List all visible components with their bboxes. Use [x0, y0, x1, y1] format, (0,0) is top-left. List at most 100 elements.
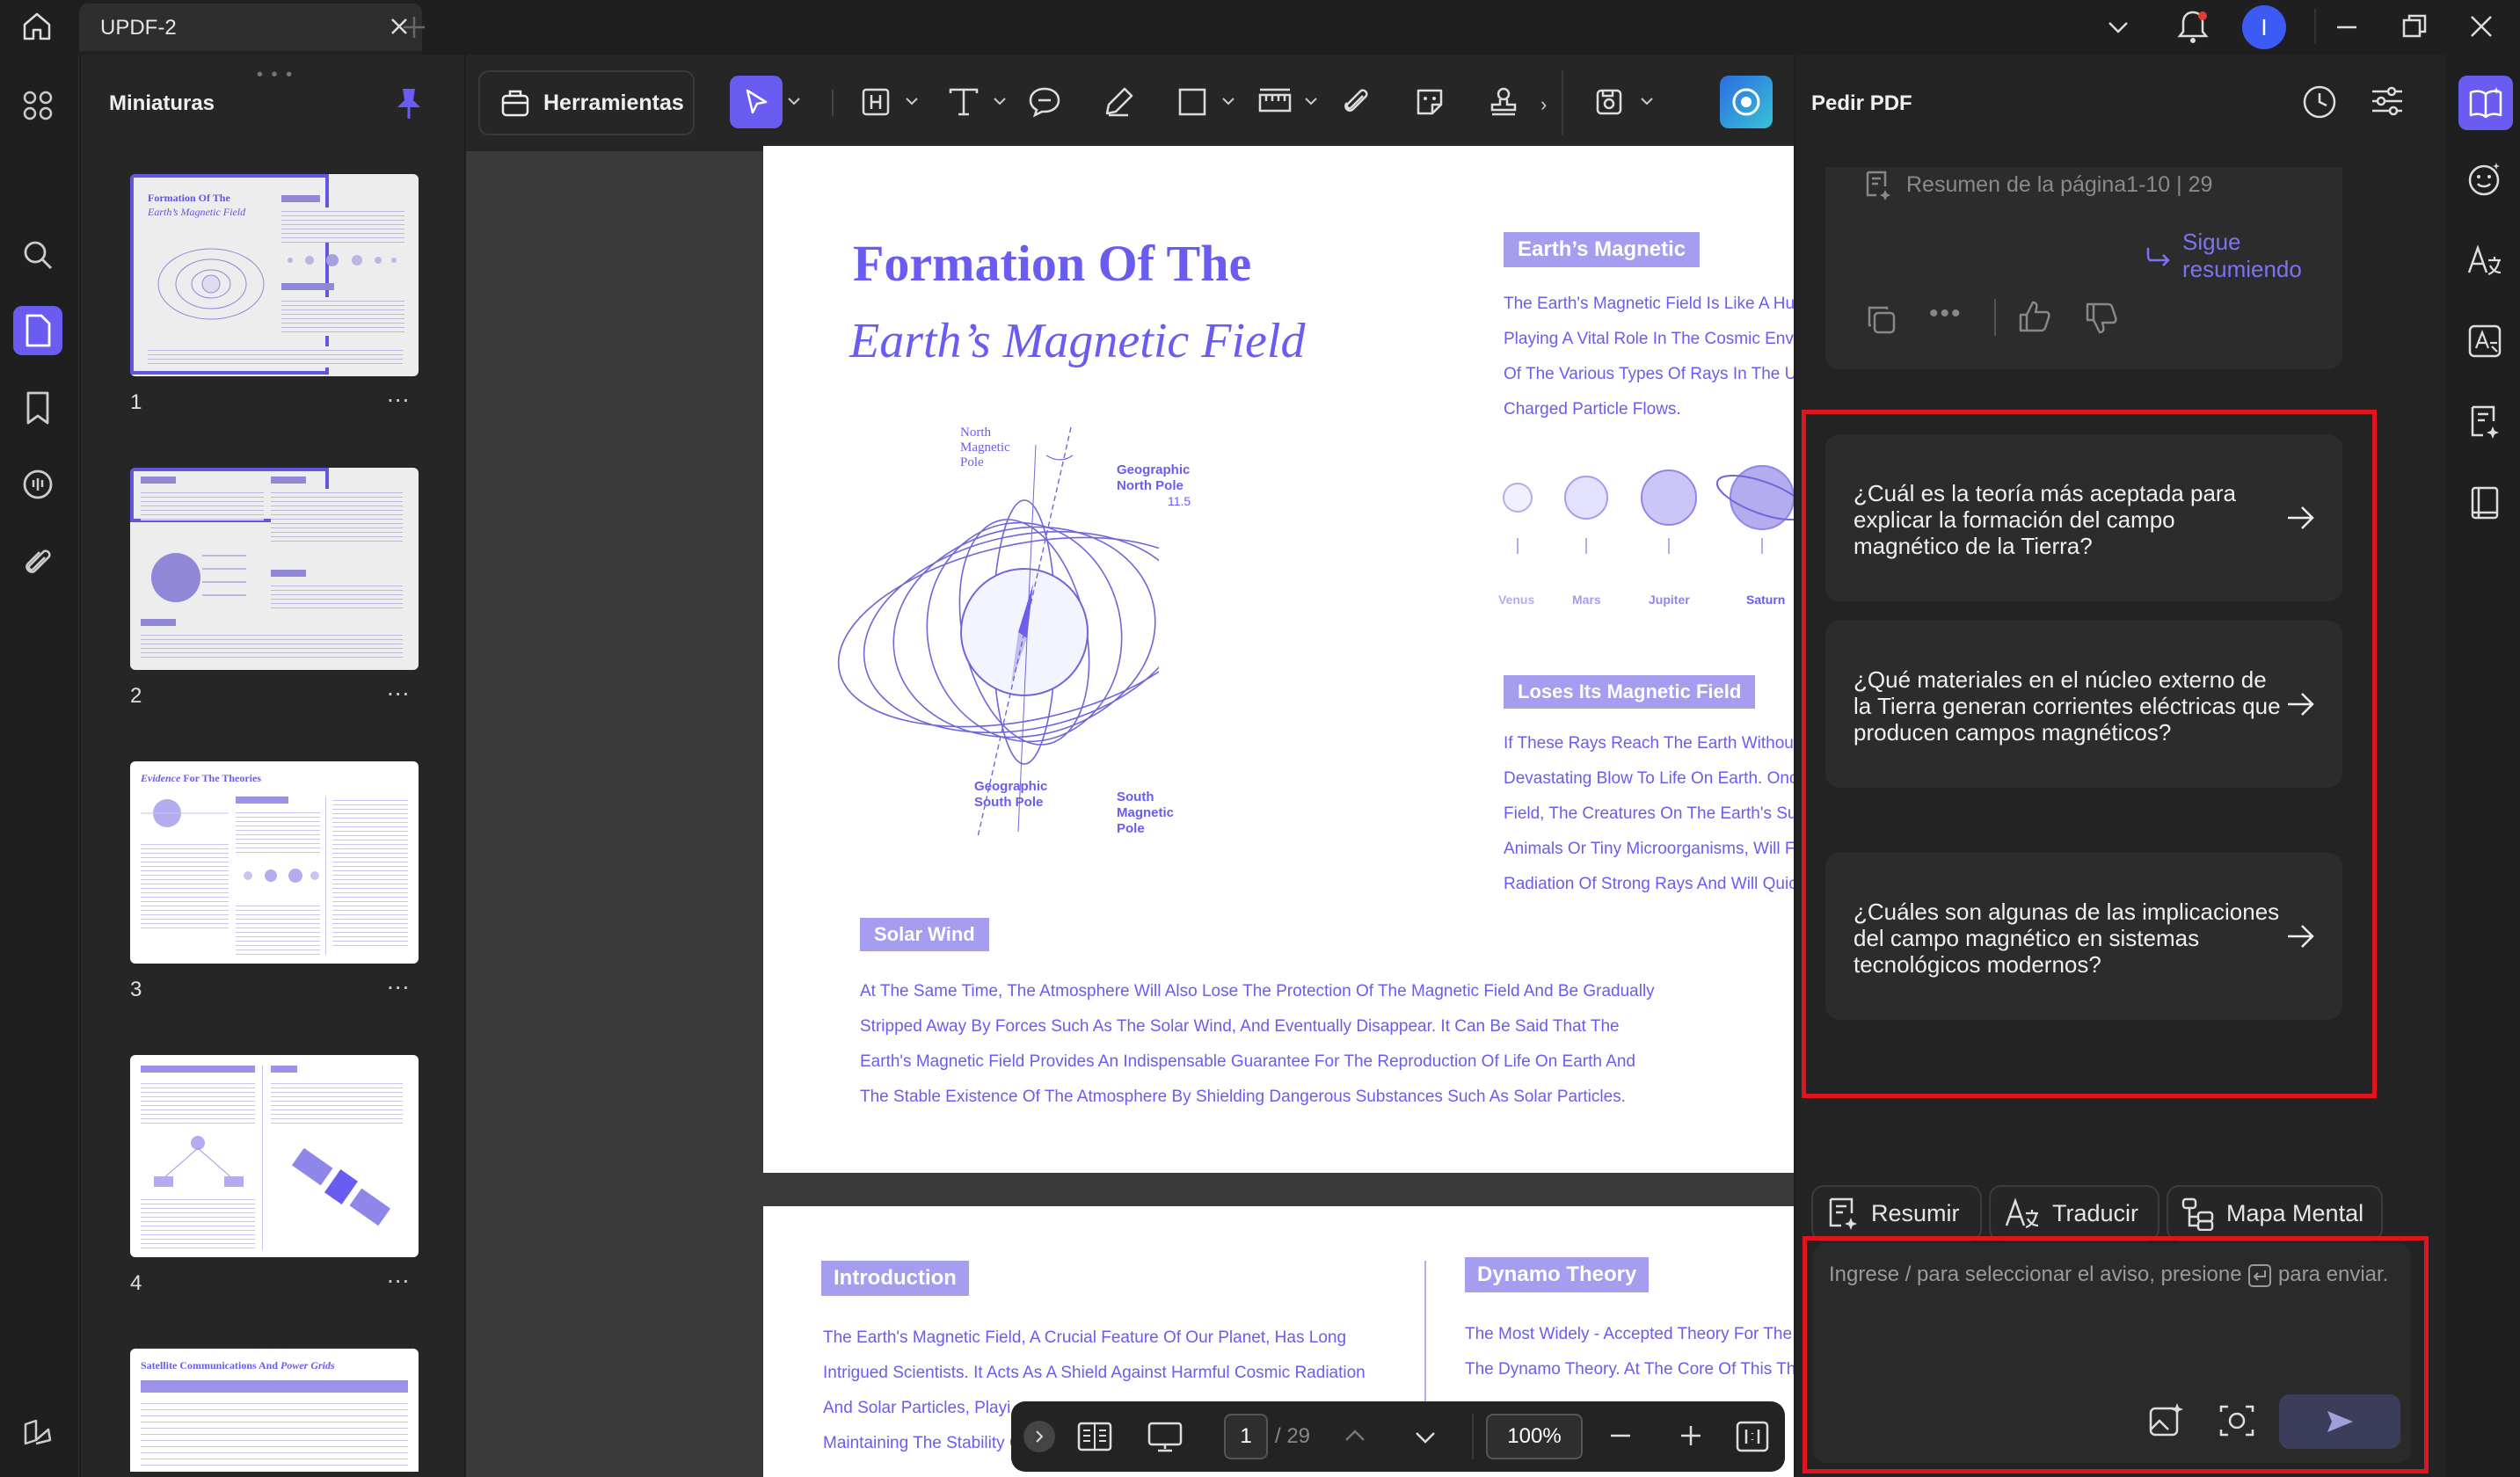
thumbs-up-button[interactable] — [2017, 299, 2052, 334]
zoom-out-button[interactable] — [1607, 1422, 1634, 1449]
actual-size-button[interactable] — [1734, 1417, 1771, 1456]
pin-icon[interactable] — [394, 86, 424, 121]
more-options-button[interactable]: ••• — [1929, 299, 1963, 329]
next-page-button[interactable] — [1412, 1424, 1438, 1451]
text-line: The Most Widely - Accepted Theory For Th… — [1465, 1325, 1793, 1343]
chevron-down-icon[interactable] — [788, 97, 800, 106]
insert-image-button[interactable] — [2147, 1401, 2186, 1440]
zoom-value: 100% — [1507, 1424, 1562, 1448]
thumbnail-more-button[interactable]: ... — [387, 380, 410, 408]
chevron-down-icon[interactable] — [1641, 97, 1653, 106]
suggested-question-text: ¿Cuál es la teoría más aceptada para exp… — [1854, 480, 2237, 559]
page-layout-icon[interactable] — [1076, 1419, 1113, 1454]
cursor-icon — [741, 87, 771, 117]
text-box-tool[interactable] — [849, 76, 902, 128]
document-tab[interactable]: UPDF-2 — [79, 4, 422, 51]
knowledge-base-tab[interactable] — [2460, 478, 2509, 528]
suggested-question-1[interactable]: ¿Cuál es la teoría más aceptada para exp… — [1825, 434, 2342, 601]
translate-icon — [2465, 243, 2504, 278]
suggested-question-3[interactable]: ¿Cuáles son algunas de las implicaciones… — [1825, 853, 2342, 1020]
nav-thumbnails[interactable] — [13, 306, 62, 355]
chevron-down-icon[interactable] — [1305, 97, 1317, 106]
save-tool[interactable] — [1583, 76, 1635, 128]
thumbs-down-button[interactable] — [2084, 301, 2119, 336]
thumbnail-page-4[interactable] — [130, 1055, 419, 1257]
shape-tool[interactable] — [1166, 76, 1219, 128]
thumbnail-page-1[interactable]: Formation Of The Earth’s Magnetic Field — [130, 174, 419, 376]
ai-ocr-tab[interactable] — [2460, 316, 2509, 366]
text-line: The Earth's Magnetic Field Is Like A Hu — [1504, 295, 1794, 313]
history-button[interactable] — [2300, 83, 2339, 121]
mind-map-chip[interactable]: Mapa Mental — [2167, 1185, 2383, 1241]
continue-summary-link[interactable]: Sigue resumiendo — [2145, 229, 2342, 283]
text-line: The Earth's Magnetic Field, A Crucial Fe… — [823, 1328, 1347, 1347]
notification-bell-icon[interactable] — [2175, 7, 2210, 46]
chevron-down-icon[interactable] — [994, 97, 1006, 106]
continue-summary-label: Sigue resumiendo — [2182, 229, 2302, 282]
resize-handle[interactable]: • • • — [257, 65, 294, 85]
restore-icon[interactable] — [2400, 12, 2429, 40]
chevron-down-icon[interactable] — [906, 97, 918, 106]
ai-summary-tab[interactable] — [2460, 397, 2509, 447]
chat-input-placeholder[interactable]: Ingrese / para seleccionar el aviso, pre… — [1829, 1262, 2388, 1288]
thumbnail-page-5[interactable]: Satellite Communications And Power Grids — [130, 1349, 419, 1472]
measure-tool[interactable] — [1249, 76, 1301, 128]
toolbar-overflow-indicator[interactable]: › — [1540, 93, 1547, 116]
translate-chip[interactable]: Traducir — [1989, 1185, 2159, 1241]
summarize-chip[interactable]: Resumir — [1811, 1185, 1982, 1241]
suggested-question-2[interactable]: ¿Qué materiales en el núcleo externo de … — [1825, 621, 2342, 788]
copy-button[interactable] — [1864, 302, 1899, 338]
nav-bookmarks[interactable] — [13, 383, 62, 433]
nav-attachments[interactable] — [13, 538, 62, 587]
earth-magnetic-text: The Earth's Magnetic Field Is Like A Hu … — [1504, 287, 1794, 427]
screenshot-button[interactable] — [2218, 1401, 2256, 1440]
send-button[interactable] — [2279, 1394, 2400, 1449]
minimize-icon[interactable] — [2334, 14, 2360, 40]
zoom-in-button[interactable] — [1678, 1422, 1704, 1449]
thumbs-up-icon — [2017, 299, 2052, 334]
nav-search[interactable] — [13, 230, 62, 280]
tools-button[interactable]: Herramientas — [478, 70, 695, 135]
chevron-down-icon[interactable] — [2105, 14, 2131, 40]
ai-chat-tab[interactable] — [2460, 155, 2509, 204]
comment-icon — [19, 468, 56, 503]
thumbnail-page-3[interactable]: Evidence For The Theories — [130, 761, 419, 964]
select-tool[interactable] — [730, 76, 783, 128]
comment-tool[interactable] — [1018, 76, 1071, 128]
summary-response-card: Resumen de la página1-10 | 29 Sigue resu… — [1825, 167, 2342, 369]
zoom-level-input[interactable]: 100% — [1486, 1414, 1583, 1459]
close-window-icon[interactable] — [2467, 12, 2495, 40]
thumbnail-page-2[interactable] — [130, 468, 419, 670]
planet-label-saturn: Saturn — [1746, 593, 1786, 607]
thumbnail-more-button[interactable]: ... — [387, 967, 410, 995]
nav-themes[interactable] — [13, 1408, 62, 1458]
new-tab-icon[interactable] — [399, 12, 429, 42]
current-page-input[interactable]: 1 — [1224, 1414, 1268, 1459]
updf-ai-button[interactable] — [1720, 76, 1773, 128]
placeholder-text-end: para enviar. — [2277, 1262, 2389, 1286]
home-icon[interactable] — [19, 9, 55, 44]
section-tag-earth-magnetic: Earth’s Magnetic — [1504, 232, 1701, 267]
ai-translate-tab[interactable] — [2460, 236, 2509, 285]
thumb-text — [236, 902, 320, 955]
user-avatar[interactable]: I — [2242, 5, 2286, 49]
previous-page-button[interactable] — [1342, 1422, 1368, 1449]
attach-tool[interactable] — [1329, 76, 1382, 128]
avatar-letter: I — [2261, 13, 2268, 40]
image-sparkle-icon — [2147, 1401, 2186, 1440]
collapse-nav-button[interactable] — [1023, 1421, 1055, 1452]
settings-button[interactable] — [2369, 83, 2406, 120]
summarize-icon — [1825, 1196, 1861, 1231]
sticker-tool[interactable] — [1403, 76, 1456, 128]
stamp-tool[interactable] — [1477, 76, 1530, 128]
nav-organize[interactable] — [13, 81, 62, 130]
nav-comments[interactable] — [13, 461, 62, 510]
presentation-icon[interactable] — [1147, 1419, 1184, 1454]
thumbnail-more-button[interactable]: ... — [387, 673, 410, 702]
ask-pdf-tab[interactable] — [2458, 76, 2513, 130]
text-tool[interactable] — [937, 76, 990, 128]
highlight-tool[interactable] — [1092, 76, 1145, 128]
thumb-satellite — [291, 1147, 391, 1226]
thumbnail-more-button[interactable]: ... — [387, 1261, 410, 1289]
chevron-down-icon[interactable] — [1222, 97, 1235, 106]
